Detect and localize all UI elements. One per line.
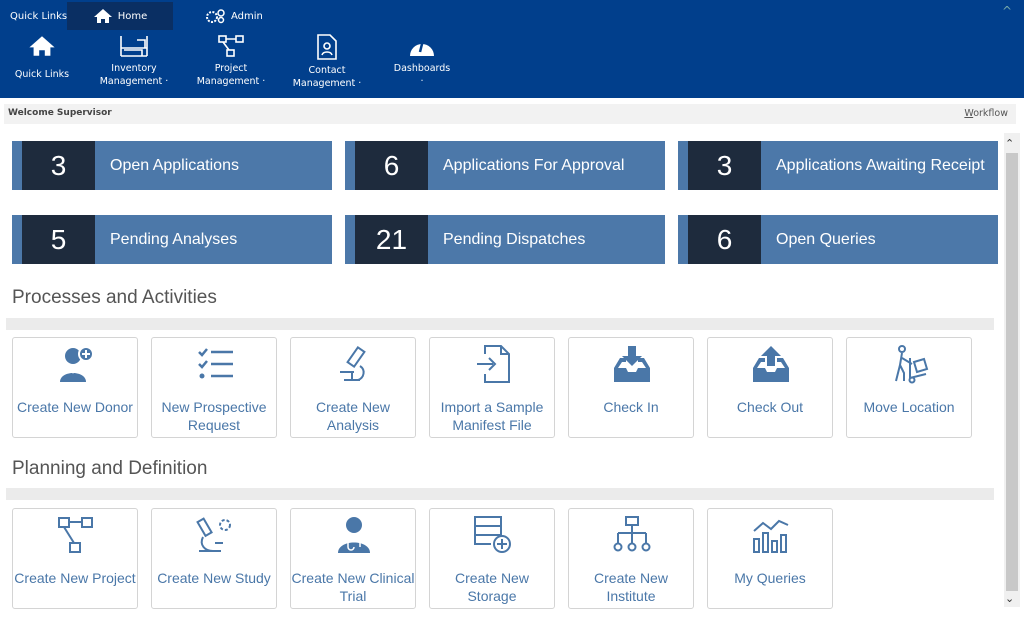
section-divider (6, 318, 994, 330)
storage-add-icon (474, 516, 511, 553)
nav-label: Project Management · (196, 63, 266, 87)
workflow-label: orkflow (973, 108, 1008, 119)
section-divider (6, 488, 994, 500)
nav-inventory-management[interactable]: Inventory Management · (89, 34, 179, 88)
workflow-link[interactable]: Workflow (964, 108, 1008, 119)
scroll-down-button[interactable]: ⌄ (1005, 592, 1014, 605)
workflow-accesskey: W (964, 108, 974, 119)
tab-admin[interactable]: Admin (204, 2, 263, 30)
action-label: Check Out (736, 399, 804, 415)
action-card[interactable]: My Queries (707, 508, 833, 609)
stat-count: 3 (22, 141, 95, 190)
tab-label: Home (117, 10, 148, 22)
welcome-bar: Welcome Supervisor Workflow (4, 104, 1016, 124)
action-card[interactable]: Import a Sample Manifest File (429, 337, 555, 438)
nav-label: Dashboards · (393, 63, 451, 87)
section-title-processes: Processes and Activities (12, 287, 217, 308)
stat-label: Applications Awaiting Receipt (776, 156, 985, 174)
stat-label: Applications For Approval (443, 156, 625, 174)
gauge-icon (410, 39, 434, 56)
action-card[interactable]: Check Out (707, 337, 833, 438)
stat-count: 6 (355, 141, 428, 190)
action-card[interactable]: Move Location (846, 337, 972, 438)
nav-dashboards[interactable]: Dashboards · (377, 34, 467, 88)
action-card[interactable]: Create New Institute (568, 508, 694, 609)
home-icon (93, 9, 112, 23)
tab-home[interactable]: Home (67, 2, 173, 30)
stat-tile[interactable]: 6 Applications For Approval (345, 141, 665, 190)
action-card[interactable]: Create New Analysis (290, 337, 416, 438)
nav-quick-links[interactable]: Quick Links (0, 34, 87, 80)
checklist-icon (198, 348, 233, 379)
nav-label: Contact Management · (292, 65, 362, 89)
top-ribbon: Quick Links Home Admin Quick Links Inven… (0, 0, 1024, 98)
stat-label: Pending Dispatches (443, 230, 586, 248)
scroll-up-button[interactable]: ⌃ (1005, 137, 1014, 150)
stat-label: Pending Analyses (110, 230, 238, 248)
home-icon (29, 36, 55, 56)
trolley-icon (895, 345, 929, 384)
stat-count: 21 (355, 215, 428, 264)
collapse-ribbon-button[interactable]: ^ (1002, 4, 1012, 18)
action-card[interactable]: Check In (568, 337, 694, 438)
nav-label: Quick Links (14, 69, 70, 80)
nav-project-management[interactable]: Project Management · (186, 34, 276, 88)
contact-icon (317, 34, 337, 60)
stat-count: 5 (22, 215, 95, 264)
hierarchy-icon (613, 516, 651, 552)
stat-tile[interactable]: 6 Open Queries (678, 215, 998, 264)
action-card[interactable]: Create New Storage (429, 508, 555, 609)
gears-icon (206, 9, 225, 24)
microscope-icon (340, 345, 366, 381)
tab-label: Quick Links (10, 10, 68, 22)
action-label: Create New Donor (17, 399, 133, 415)
action-card[interactable]: Create New Project (12, 508, 138, 609)
tab-label: Admin (231, 10, 263, 22)
stat-tile[interactable]: 21 Pending Dispatches (345, 215, 665, 264)
action-label: Create New Study (157, 570, 271, 586)
action-card[interactable]: Create New Study (151, 508, 277, 609)
flow-icon (58, 517, 93, 553)
stat-tile[interactable]: 3 Applications Awaiting Receipt (678, 141, 998, 190)
action-card[interactable]: New Prospective Request (151, 337, 277, 438)
action-label: New Prospective Request (161, 399, 267, 433)
flow-icon (218, 35, 244, 57)
action-label: Create New Institute (594, 570, 668, 604)
action-label: My Queries (734, 570, 806, 586)
stat-count: 3 (688, 141, 761, 190)
chart-icon (753, 519, 789, 553)
action-label: Import a Sample Manifest File (440, 399, 544, 433)
scrollbar-thumb[interactable] (1006, 153, 1018, 591)
action-label: Create New Analysis (316, 399, 390, 433)
stat-tile[interactable]: 3 Open Applications (12, 141, 332, 190)
welcome-text: Welcome Supervisor (8, 108, 112, 118)
stat-label: Open Applications (110, 156, 239, 174)
stat-count: 6 (688, 215, 761, 264)
action-label: Create New Project (14, 570, 136, 586)
doctor-icon (338, 517, 370, 553)
stat-tile[interactable]: 5 Pending Analyses (12, 215, 332, 264)
import-file-icon (477, 345, 510, 383)
nav-label: Inventory Management · (99, 63, 169, 87)
add-user-icon (60, 346, 94, 382)
inbox-out-icon (753, 346, 789, 382)
nav-contact-management[interactable]: Contact Management · (282, 34, 372, 90)
inbox-in-icon (614, 346, 650, 382)
action-label: Move Location (863, 399, 955, 415)
action-label: Create New Clinical Trial (291, 570, 415, 604)
action-card[interactable]: Create New Donor (12, 337, 138, 438)
stat-label: Open Queries (776, 230, 876, 248)
action-label: Check In (603, 399, 659, 415)
action-label: Create New Storage (455, 570, 529, 604)
action-card[interactable]: Create New Clinical Trial (290, 508, 416, 609)
tab-quick-links[interactable]: Quick Links (10, 2, 67, 30)
section-title-planning: Planning and Definition (12, 458, 208, 479)
study-icon (196, 517, 231, 552)
shelves-icon (120, 36, 148, 57)
